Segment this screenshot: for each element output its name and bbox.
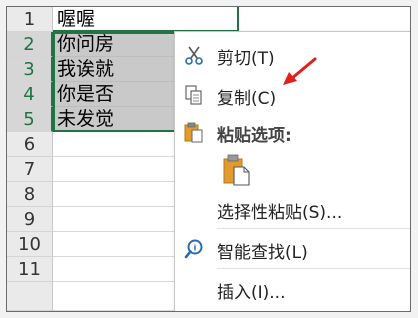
paste-option-keep-source-button[interactable]	[219, 151, 253, 189]
row-header-12[interactable]	[7, 282, 53, 311]
menu-item-label: 剪切(T)	[217, 49, 275, 69]
row-header-11[interactable]: 11	[7, 257, 53, 282]
row-header-10[interactable]: 10	[7, 232, 53, 257]
cell-b1[interactable]	[239, 7, 410, 32]
row-header-9[interactable]: 9	[7, 207, 53, 232]
red-arrow-icon	[279, 55, 319, 89]
clipboard-keep-source-icon	[222, 153, 252, 187]
menu-item-smart-lookup[interactable]: i 智能查找(L)	[175, 234, 410, 264]
clipboard-icon	[183, 121, 205, 143]
svg-text:i: i	[194, 244, 197, 253]
search-icon: i	[183, 238, 205, 260]
menu-item-paste-special[interactable]: 选择性粘贴(S)...	[175, 194, 410, 224]
menu-section-label: 粘贴选项:	[217, 126, 292, 146]
menu-item-label: 插入(I)...	[217, 283, 286, 303]
spreadsheet-window: 1 喔喔 2 你问房 3 我诶就 4 你是否 5 未发觉 6 7 8 9 10 …	[6, 6, 411, 312]
row-header-4[interactable]: 4	[7, 82, 53, 107]
row-header-3[interactable]: 3	[7, 57, 53, 82]
row-header-7[interactable]: 7	[7, 157, 53, 182]
scissors-icon	[183, 44, 205, 66]
row-header-8[interactable]: 8	[7, 182, 53, 207]
menu-item-label: 智能查找(L)	[217, 243, 308, 263]
menu-item-label: 复制(C)	[217, 89, 277, 109]
copy-icon	[183, 84, 205, 106]
row-header-5[interactable]: 5	[7, 107, 53, 132]
menu-separator	[217, 228, 410, 229]
menu-section-paste-options: 粘贴选项:	[175, 117, 410, 147]
cell-a1[interactable]: 喔喔	[53, 7, 239, 32]
menu-item-label: 选择性粘贴(S)...	[217, 203, 343, 223]
row-header-6[interactable]: 6	[7, 132, 53, 157]
menu-separator	[217, 268, 410, 269]
menu-item-insert[interactable]: 插入(I)...	[175, 274, 410, 304]
row-header-1[interactable]: 1	[7, 7, 53, 32]
row-header-2[interactable]: 2	[7, 32, 53, 57]
